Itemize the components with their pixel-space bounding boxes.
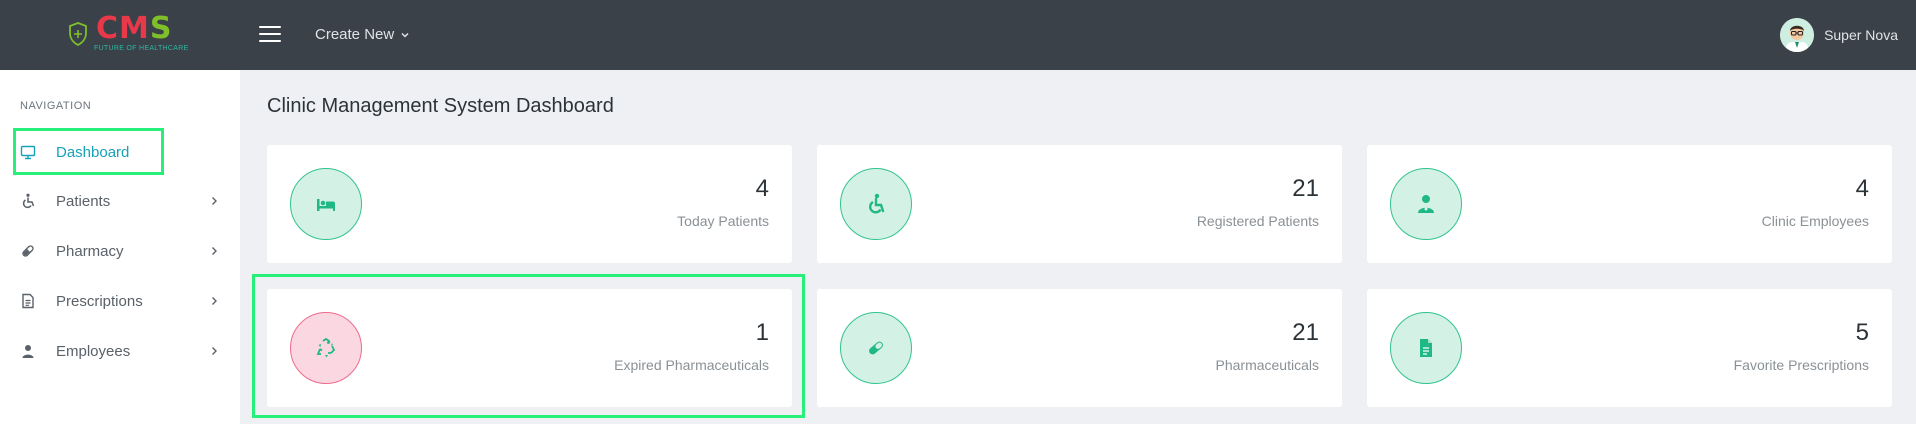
stat-label: Favorite Prescriptions xyxy=(1733,357,1869,373)
card-icon-circle xyxy=(1390,312,1462,384)
card-icon-circle xyxy=(1390,168,1462,240)
stat-card-clinic-employees[interactable]: 4 Clinic Employees xyxy=(1367,145,1892,263)
card-icon-circle xyxy=(840,168,912,240)
wheelchair-icon xyxy=(22,193,35,209)
document-icon xyxy=(22,293,34,309)
bed-icon xyxy=(317,199,335,211)
card-icon-circle xyxy=(290,168,362,240)
create-new-dropdown[interactable]: Create New xyxy=(315,26,410,43)
card-icon-circle xyxy=(840,312,912,384)
sidebar-item-label: Pharmacy xyxy=(56,242,124,260)
hamburger-line xyxy=(259,40,281,42)
sidebar-item-label: Patients xyxy=(56,192,111,210)
highlight-box xyxy=(13,128,164,175)
hamburger-line xyxy=(259,33,281,35)
stat-value: 4 xyxy=(755,175,769,202)
user-menu[interactable]: Super Nova xyxy=(1780,18,1898,52)
doctor-icon xyxy=(1418,195,1434,213)
sidebar-item-label: Employees xyxy=(56,342,131,360)
stat-value: 5 xyxy=(1855,319,1869,346)
chevron-right-icon xyxy=(212,197,217,205)
chevron-down-icon xyxy=(401,32,409,38)
stat-label: Registered Patients xyxy=(1196,213,1319,229)
stat-label: Pharmaceuticals xyxy=(1215,357,1320,373)
nav-section-label: NAVIGATION xyxy=(20,100,92,112)
stat-card-registered-patients[interactable]: 21 Registered Patients xyxy=(817,145,1342,263)
pill-icon xyxy=(869,341,883,355)
sidebar-item-prescriptions[interactable]: Prescriptions xyxy=(20,286,220,316)
top-navbar: CMS FUTURE OF HEALTHCARE Create New Supe… xyxy=(0,0,1916,70)
chevron-right-icon xyxy=(212,347,217,355)
sidebar: NAVIGATION Dashboard Patients Pharmacy P… xyxy=(0,70,240,424)
user-icon xyxy=(22,345,34,358)
sidebar-item-employees[interactable]: Employees xyxy=(20,336,220,366)
stat-card-pharmaceuticals[interactable]: 21 Pharmaceuticals xyxy=(817,289,1342,407)
logo-text: CMS xyxy=(96,11,173,46)
chevron-right-icon xyxy=(212,247,217,255)
stat-card-today-patients[interactable]: 4 Today Patients xyxy=(267,145,792,263)
stat-value: 21 xyxy=(1292,319,1319,346)
highlight-box xyxy=(252,274,805,418)
logo-tagline: FUTURE OF HEALTHCARE xyxy=(94,45,189,52)
sidebar-item-pharmacy[interactable]: Pharmacy xyxy=(20,236,220,266)
user-name: Super Nova xyxy=(1824,27,1898,43)
sidebar-item-label: Prescriptions xyxy=(56,292,143,310)
shield-plus-icon xyxy=(69,22,87,46)
stat-card-favorite-prescriptions[interactable]: 5 Favorite Prescriptions xyxy=(1367,289,1892,407)
sidebar-item-patients[interactable]: Patients xyxy=(20,186,220,216)
page-title: Clinic Management System Dashboard xyxy=(267,95,614,117)
document-icon xyxy=(1420,339,1432,357)
stat-value: 21 xyxy=(1292,175,1319,202)
pill-icon xyxy=(22,245,34,257)
menu-toggle-button[interactable] xyxy=(259,26,281,44)
wheelchair-icon xyxy=(869,193,885,214)
cms-logo[interactable]: CMS FUTURE OF HEALTHCARE xyxy=(68,11,188,56)
hamburger-line xyxy=(259,26,281,28)
create-new-label: Create New xyxy=(315,26,395,43)
user-avatar-icon xyxy=(1780,18,1815,52)
avatar xyxy=(1780,18,1815,52)
stat-label: Today Patients xyxy=(677,213,769,229)
stat-label: Clinic Employees xyxy=(1761,213,1869,229)
chevron-right-icon xyxy=(212,297,217,305)
stat-value: 4 xyxy=(1855,175,1869,202)
